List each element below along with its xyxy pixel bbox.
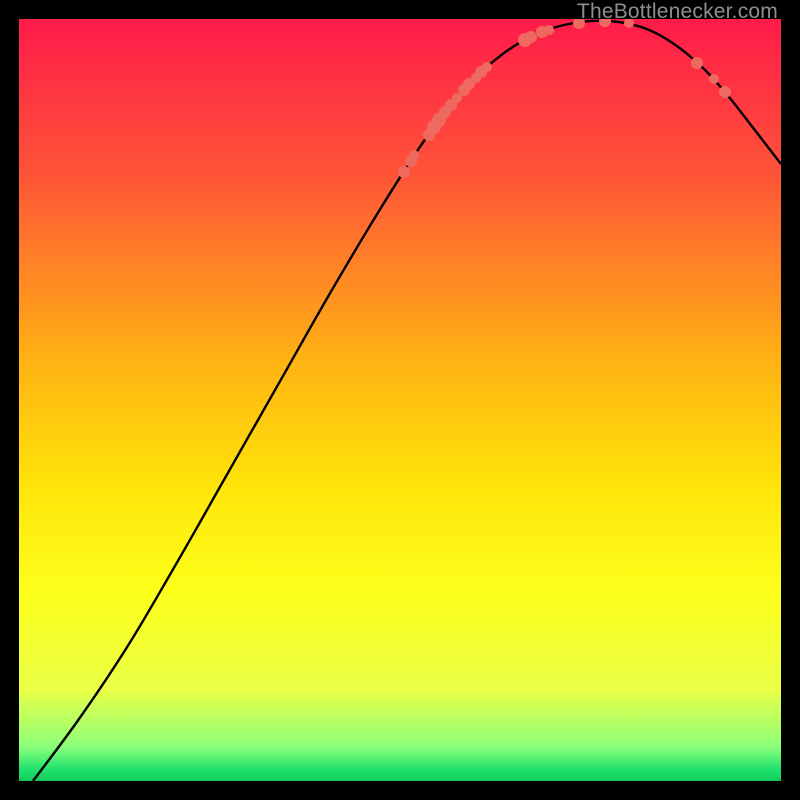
data-point bbox=[719, 86, 731, 98]
data-point bbox=[525, 31, 537, 43]
chart-frame bbox=[19, 19, 781, 781]
data-point bbox=[691, 57, 703, 69]
data-point bbox=[409, 150, 419, 160]
gradient-background bbox=[19, 19, 781, 781]
bottleneck-chart bbox=[19, 19, 781, 781]
data-point bbox=[482, 62, 492, 72]
watermark-text: TheBottlenecker.com bbox=[577, 0, 778, 24]
data-point bbox=[709, 74, 719, 84]
data-point bbox=[398, 166, 410, 178]
data-point bbox=[544, 25, 554, 35]
